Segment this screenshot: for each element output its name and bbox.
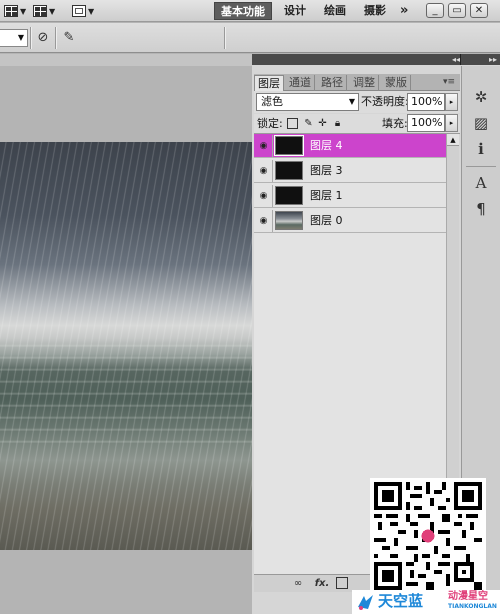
lock-transparent-icon[interactable] xyxy=(287,118,298,129)
fx-icon[interactable]: fx. xyxy=(314,576,330,591)
divider xyxy=(466,166,496,167)
blend-mode-select[interactable]: 滤色 ▼ xyxy=(256,93,359,111)
workspace-essentials[interactable]: 基本功能 xyxy=(214,2,272,20)
add-mask-icon[interactable] xyxy=(336,577,348,589)
blend-row: 滤色 ▼ 不透明度: 100% ▸ xyxy=(254,91,460,113)
workspace-design[interactable]: 设计 xyxy=(278,2,312,20)
layer-name: 图层 4 xyxy=(310,139,343,152)
arrange-documents-button[interactable]: ▼ xyxy=(4,2,26,20)
navigator-icon[interactable]: ✲ xyxy=(468,86,494,108)
lock-position-icon[interactable]: ✛ xyxy=(317,118,328,129)
lock-label: 锁定: xyxy=(257,117,283,130)
tab-paths[interactable]: 路径 xyxy=(318,75,347,91)
screen-mode-menu-button[interactable]: ▼ xyxy=(72,2,94,20)
divider xyxy=(224,27,225,49)
tab-adjustments[interactable]: 调整 xyxy=(350,75,379,91)
brush-preset-field[interactable]: ▼ xyxy=(0,29,28,47)
logo-en-text: TIANKONGLAN xyxy=(448,603,497,610)
chevron-down-icon: ▼ xyxy=(20,6,27,16)
layer-row-3[interactable]: ◉ 图层 3 xyxy=(254,159,446,183)
logo-main-text: 天空蓝 xyxy=(378,592,424,610)
restore-button[interactable]: ▭ xyxy=(448,3,466,18)
view-extras-icon xyxy=(33,5,47,17)
collapse-icon[interactable]: ◂◂ xyxy=(452,54,460,65)
panel-dock-header[interactable]: ◂◂ xyxy=(252,54,460,65)
fill-slider-button[interactable]: ▸ xyxy=(445,114,458,132)
paragraph-icon[interactable]: ¶ xyxy=(468,198,494,220)
layer-thumbnail xyxy=(275,211,303,230)
expand-icon[interactable]: ▸▸ xyxy=(489,54,497,65)
fill-input[interactable]: 100% xyxy=(407,114,445,132)
opacity-label: 不透明度: xyxy=(361,95,409,108)
arrange-grid-icon xyxy=(4,5,18,17)
minimize-button[interactable]: _ xyxy=(426,3,444,18)
layer-row-4[interactable]: ◉ 图层 4 xyxy=(254,134,446,158)
character-icon[interactable]: A xyxy=(468,172,494,194)
rain-effect xyxy=(0,142,252,550)
more-workspaces-button[interactable]: » xyxy=(394,2,414,20)
screen-mode-icon xyxy=(72,5,86,17)
document-canvas[interactable] xyxy=(0,142,252,550)
chevron-down-icon: ▼ xyxy=(348,97,355,106)
layer-row-0[interactable]: ◉ 图层 0 xyxy=(254,209,446,233)
document-area-top xyxy=(0,54,252,66)
chevron-down-icon: ▼ xyxy=(49,6,56,16)
layer-row-1[interactable]: ◉ 图层 1 xyxy=(254,184,446,208)
visibility-eye-icon[interactable]: ◉ xyxy=(255,210,273,232)
visibility-eye-icon[interactable]: ◉ xyxy=(255,160,273,182)
layer-name: 图层 0 xyxy=(310,214,343,227)
blend-mode-value: 滤色 xyxy=(261,95,283,108)
screen-mode-button[interactable]: ▼ xyxy=(33,2,55,20)
fill-label: 填充: xyxy=(382,117,408,130)
qr-code xyxy=(370,478,486,594)
divider xyxy=(55,27,56,49)
panel-tabs: 图层 通道 路径 调整 蒙版 ▾≡ xyxy=(254,74,460,91)
info-icon[interactable]: ℹ xyxy=(468,138,494,160)
options-bar: ▼ ⊘ ✎ xyxy=(0,23,500,53)
chevron-down-icon: ▼ xyxy=(88,6,95,16)
tab-channels[interactable]: 通道 xyxy=(286,75,315,91)
application-bar: ▼ ▼ ▼ 基本功能 设计 绘画 摄影 » _ ▭ ✕ xyxy=(0,0,500,22)
link-layers-icon[interactable]: ∞ xyxy=(290,576,306,591)
layer-name: 图层 1 xyxy=(310,189,343,202)
lock-pixels-icon[interactable]: ✎ xyxy=(303,118,314,129)
icon-dock-header[interactable]: ▸▸ xyxy=(460,54,500,65)
layer-thumbnail xyxy=(274,135,304,156)
airbrush-icon[interactable]: ✎ xyxy=(61,30,77,46)
tab-layers[interactable]: 图层 xyxy=(254,75,284,91)
opacity-slider-button[interactable]: ▸ xyxy=(445,93,458,111)
scroll-up-icon[interactable]: ▲ xyxy=(447,134,459,146)
divider xyxy=(30,27,31,49)
visibility-eye-icon[interactable]: ◉ xyxy=(255,185,273,207)
workspace-photography[interactable]: 摄影 xyxy=(358,2,392,20)
logo-sub-text: 动漫星空 xyxy=(448,591,488,602)
histogram-icon[interactable]: ▨ xyxy=(468,112,494,134)
logo-mark-icon xyxy=(358,595,373,610)
lock-all-icon[interactable]: 🔒︎ xyxy=(332,118,343,129)
visibility-eye-icon[interactable]: ◉ xyxy=(255,135,273,157)
layer-name: 图层 3 xyxy=(310,164,343,177)
lock-row: 锁定: ✎ ✛ 🔒︎ 填充: 100% ▸ xyxy=(254,114,460,134)
close-button[interactable]: ✕ xyxy=(470,3,488,18)
watermark-logo: 天空蓝 动漫星空 TIANKONGLAN xyxy=(352,590,500,614)
workspace-painting[interactable]: 绘画 xyxy=(318,2,352,20)
opacity-input[interactable]: 100% xyxy=(407,93,445,111)
panel-menu-icon[interactable]: ▾≡ xyxy=(440,75,458,91)
tab-masks[interactable]: 蒙版 xyxy=(382,75,411,91)
layer-thumbnail xyxy=(275,161,303,180)
pressure-opacity-icon[interactable]: ⊘ xyxy=(35,30,51,46)
layer-thumbnail xyxy=(275,186,303,205)
